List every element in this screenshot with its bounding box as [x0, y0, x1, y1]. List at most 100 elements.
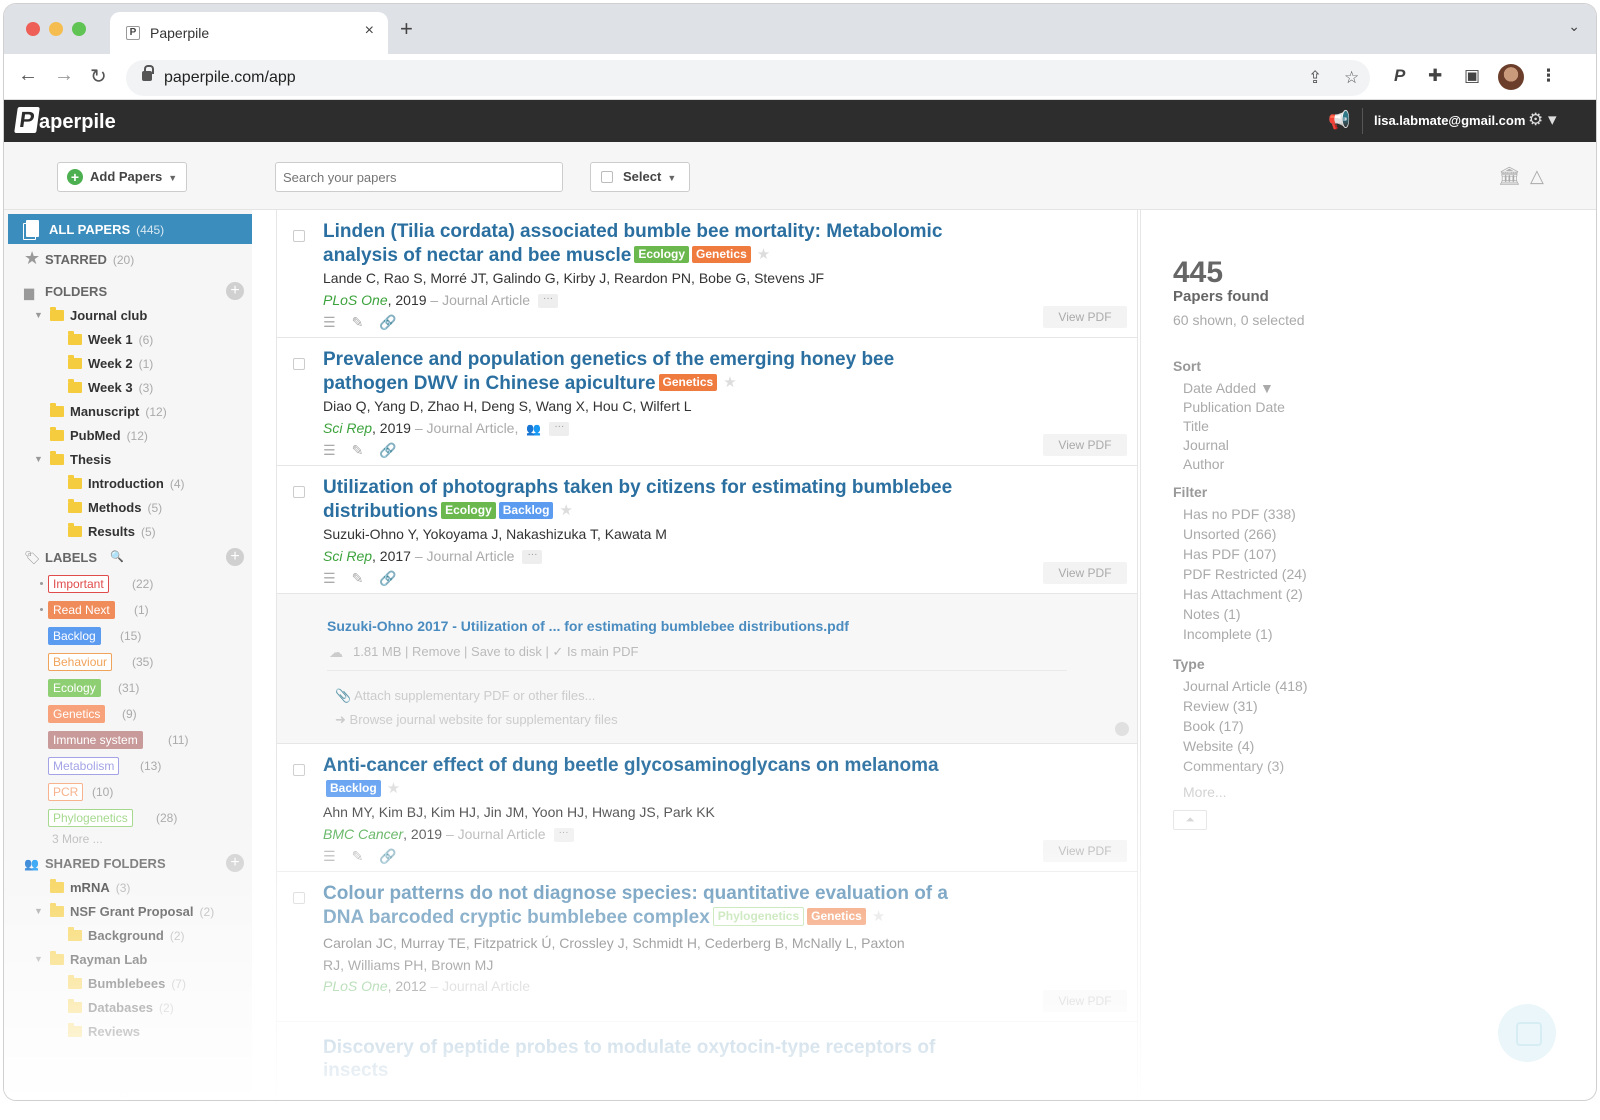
sort-option-title[interactable]: Title: [1183, 418, 1209, 434]
account-email[interactable]: lisa.labmate@gmail.com: [1374, 113, 1525, 128]
sidebar-label-metabolism[interactable]: Metabolism (13): [4, 754, 252, 778]
close-window-button[interactable]: [26, 22, 40, 36]
attachment-file-link[interactable]: Suzuki-Ohno 2017 - Utilization of ... fo…: [327, 618, 849, 634]
view-pdf-button[interactable]: View PDF: [1043, 306, 1127, 328]
sidebar-shared-mrna[interactable]: mRNA (3): [4, 876, 252, 900]
paper-row[interactable]: Utilization of photographs taken by citi…: [276, 466, 1138, 594]
sort-option-author[interactable]: Author: [1183, 456, 1224, 472]
paper-title-text[interactable]: Prevalence and population genetics of th…: [323, 349, 894, 394]
tag-phylogenetics[interactable]: Phylogenetics: [712, 907, 805, 926]
address-bar[interactable]: paperpile.com/app ⇪ ☆: [126, 60, 1370, 96]
extensions-puzzle-icon[interactable]: ✚: [1428, 66, 1442, 86]
tag-genetics[interactable]: Genetics: [807, 908, 866, 925]
sidebar-shared-rayman-lab[interactable]: ▼ Rayman Lab: [4, 948, 252, 972]
more-options-icon[interactable]: ···: [538, 294, 559, 309]
collapse-toggle-icon[interactable]: ▼: [34, 310, 43, 320]
sidebar-label-read-next[interactable]: Read Next (1): [4, 598, 252, 622]
view-pdf-button[interactable]: View PDF: [1043, 562, 1127, 584]
paper-row[interactable]: Discovery of peptide probes to modulate …: [276, 1022, 1138, 1100]
tag-ecology[interactable]: Ecology: [634, 246, 690, 263]
sidebar-shared-nsf-grant-proposal[interactable]: ▼ NSF Grant Proposal (2): [4, 900, 252, 924]
tag-genetics[interactable]: Genetics: [692, 246, 751, 263]
add-papers-button[interactable]: + Add Papers ▼: [57, 162, 187, 192]
side-panel-icon[interactable]: ▣: [1464, 66, 1480, 86]
add-folder-icon[interactable]: +: [226, 282, 244, 300]
sidebar-label-ecology[interactable]: Ecology (31): [4, 676, 252, 700]
type-option[interactable]: Journal Article (418): [1183, 678, 1308, 694]
sidebar-label-behaviour[interactable]: Behaviour (35): [4, 650, 252, 674]
sidebar-folder-week-1[interactable]: Week 1 (6): [4, 328, 252, 352]
paper-row[interactable]: Prevalence and population genetics of th…: [276, 338, 1138, 466]
sidebar-label-pcr[interactable]: PCR (10): [4, 780, 252, 804]
megaphone-icon[interactable]: 📢: [1328, 110, 1350, 131]
notes-icon[interactable]: ☰: [323, 314, 336, 330]
star-icon[interactable]: ★: [872, 905, 885, 928]
notes-icon[interactable]: ☰: [323, 848, 336, 864]
add-label-icon[interactable]: +: [226, 548, 244, 566]
paper-checkbox[interactable]: [293, 230, 305, 242]
sidebar-label-genetics[interactable]: Genetics (9): [4, 702, 252, 726]
sidebar-folder-manuscript[interactable]: Manuscript (12): [4, 400, 252, 424]
collapse-toggle-icon[interactable]: ▼: [34, 454, 43, 464]
sidebar-folder-methods[interactable]: Methods (5): [4, 496, 252, 520]
sidebar-folder-results[interactable]: Results (5): [4, 520, 252, 544]
journal-name[interactable]: PLoS One: [323, 292, 388, 308]
more-types-link[interactable]: More...: [1183, 784, 1227, 800]
collapse-panel-button[interactable]: ⏶: [1173, 810, 1207, 830]
sidebar-label-immune-system[interactable]: Immune system (11): [4, 728, 252, 752]
paper-checkbox[interactable]: [293, 358, 305, 370]
attachment-icon[interactable]: 🔗: [379, 570, 396, 586]
select-button[interactable]: Select ▼: [590, 162, 690, 192]
sidebar-label-important[interactable]: Important (22): [4, 572, 252, 596]
paper-row[interactable]: Anti-cancer effect of dung beetle glycos…: [276, 744, 1138, 872]
journal-name[interactable]: Sci Rep: [323, 420, 372, 436]
paper-title-text[interactable]: Linden (Tilia cordata) associated bumble…: [323, 221, 942, 266]
google-drive-icon[interactable]: △: [1530, 166, 1544, 187]
attachment-icon[interactable]: 🔗: [379, 848, 396, 864]
notes-icon[interactable]: ☰: [323, 570, 336, 586]
edit-pencil-icon[interactable]: ✎: [352, 848, 364, 864]
journal-name[interactable]: Sci Rep: [323, 548, 372, 564]
view-pdf-button[interactable]: View PDF: [1043, 990, 1127, 1012]
lock-icon[interactable]: [142, 65, 154, 81]
search-input[interactable]: [275, 162, 563, 192]
tag-ecology[interactable]: Ecology: [441, 502, 496, 519]
edit-pencil-icon[interactable]: ✎: [352, 314, 364, 330]
paper-title[interactable]: Prevalence and population genetics of th…: [323, 348, 953, 395]
tab-search-icon[interactable]: ⌄: [1568, 18, 1580, 35]
filter-option[interactable]: Unsorted (266): [1183, 526, 1276, 542]
minimize-window-button[interactable]: [49, 22, 63, 36]
view-pdf-button[interactable]: View PDF: [1043, 840, 1127, 862]
paperpile-extension-icon[interactable]: P: [1394, 66, 1405, 86]
filter-option[interactable]: Has PDF (107): [1183, 546, 1276, 562]
settings-gear-icon[interactable]: ⚙ ▾: [1528, 110, 1557, 130]
browse-journal-link[interactable]: ➜ Browse journal website for supplementa…: [335, 712, 618, 728]
sidebar-label-backlog[interactable]: Backlog (15): [4, 624, 252, 648]
edit-pencil-icon[interactable]: ✎: [352, 570, 364, 586]
chat-support-icon[interactable]: [1498, 1004, 1556, 1062]
browser-menu-icon[interactable]: ⋮: [1540, 66, 1557, 86]
maximize-window-button[interactable]: [72, 22, 86, 36]
attachment-icon[interactable]: 🔗: [379, 314, 396, 330]
collapse-toggle-icon[interactable]: ▼: [34, 954, 43, 964]
tag-backlog[interactable]: Backlog: [498, 502, 554, 519]
paper-title[interactable]: Anti-cancer effect of dung beetle glycos…: [323, 754, 953, 801]
paper-title-text[interactable]: Anti-cancer effect of dung beetle glycos…: [323, 755, 939, 776]
tag-backlog[interactable]: Backlog: [326, 780, 381, 797]
paper-row[interactable]: Linden (Tilia cordata) associated bumble…: [276, 210, 1138, 338]
edit-pencil-icon[interactable]: ✎: [352, 442, 364, 458]
star-icon[interactable]: ★: [387, 777, 400, 800]
attachment-meta[interactable]: 1.81 MB | Remove | Save to disk | ✓ Is m…: [353, 644, 638, 660]
profile-avatar[interactable]: [1498, 64, 1524, 90]
filter-option[interactable]: Has Attachment (2): [1183, 586, 1303, 602]
attachment-icon[interactable]: 🔗: [379, 442, 396, 458]
sidebar-folder-introduction[interactable]: Introduction (4): [4, 472, 252, 496]
journal-name[interactable]: BMC Cancer: [323, 826, 403, 842]
sidebar-folder-thesis[interactable]: ▼ Thesis: [4, 448, 252, 472]
library-icon[interactable]: 🏛: [1498, 166, 1521, 187]
sidebar-folder-week-2[interactable]: Week 2 (1): [4, 352, 252, 376]
sidebar-shared-databases[interactable]: Databases (2): [4, 996, 252, 1020]
new-tab-button[interactable]: +: [400, 16, 413, 42]
forward-button[interactable]: →: [54, 64, 74, 87]
sidebar-shared-background[interactable]: Background (2): [4, 924, 252, 948]
